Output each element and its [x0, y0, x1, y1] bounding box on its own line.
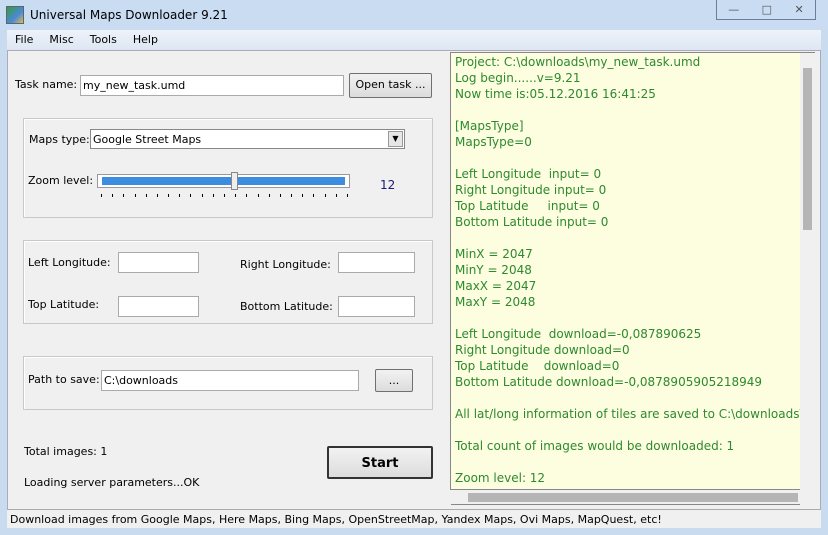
slider-tick: [279, 194, 281, 197]
task-name-input[interactable]: my_new_task.umd: [80, 75, 344, 96]
bottom-latitude-input[interactable]: [338, 296, 415, 317]
left-longitude-input[interactable]: [118, 252, 199, 273]
horizontal-scroll-thumb[interactable]: [468, 493, 798, 502]
close-icon[interactable]: ✕: [795, 3, 804, 16]
maps-type-select[interactable]: Google Street Maps ▼: [90, 129, 405, 149]
right-longitude-label: Right Longitude:: [240, 258, 331, 271]
slider-tick: [201, 194, 203, 197]
slider-tick: [268, 194, 270, 197]
zoom-slider-track: [102, 177, 345, 185]
bottom-latitude-label: Bottom Latitude:: [240, 300, 333, 313]
slider-tick: [168, 194, 170, 197]
window-controls: — □ ✕: [716, 0, 816, 20]
log-text: Project: C:\downloads\my_new_task.umd Lo…: [455, 55, 815, 485]
right-longitude-input[interactable]: [338, 252, 415, 273]
slider-tick: [335, 194, 337, 197]
window-title: Universal Maps Downloader 9.21: [30, 8, 228, 22]
zoom-slider-ticks: [101, 194, 348, 198]
slider-tick: [123, 194, 125, 197]
browse-button[interactable]: ...: [375, 369, 413, 392]
minimize-icon[interactable]: —: [728, 3, 739, 16]
slider-tick: [302, 194, 304, 197]
slider-tick: [190, 194, 192, 197]
slider-tick: [324, 194, 326, 197]
maximize-icon[interactable]: □: [762, 3, 772, 16]
slider-tick: [156, 194, 158, 197]
maps-type-label: Maps type:: [29, 133, 90, 146]
slider-tick: [224, 194, 225, 197]
slider-tick: [101, 194, 102, 197]
app-globe-icon: [6, 6, 24, 24]
path-input[interactable]: C:\downloads: [101, 370, 359, 391]
slider-tick: [235, 194, 237, 197]
zoom-slider[interactable]: [97, 172, 350, 190]
top-latitude-input[interactable]: [118, 296, 199, 317]
start-button[interactable]: Start: [327, 446, 433, 479]
slider-tick: [212, 194, 214, 197]
slider-tick: [313, 194, 315, 197]
slider-tick: [291, 194, 293, 197]
slider-tick: [347, 194, 348, 197]
slider-tick: [134, 194, 136, 197]
path-label: Path to save:: [28, 373, 100, 386]
chevron-down-icon[interactable]: ▼: [388, 131, 403, 147]
total-images: Total images: 1: [24, 445, 108, 458]
zoom-slider-thumb[interactable]: [231, 172, 239, 190]
zoom-level-value: 12: [380, 178, 396, 192]
left-longitude-label: Left Longitude:: [28, 256, 111, 269]
open-task-button[interactable]: Open task ...: [349, 73, 432, 98]
task-name-label: Task name:: [15, 78, 78, 91]
loading-status: Loading server parameters...OK: [24, 476, 200, 489]
zoom-level-label: Zoom level:: [28, 174, 94, 187]
menu-help[interactable]: Help: [125, 30, 166, 50]
slider-tick: [112, 194, 114, 197]
status-bar: Download images from Google Maps, Here M…: [7, 509, 821, 528]
menu-misc[interactable]: Misc: [41, 30, 81, 50]
menu-tools[interactable]: Tools: [82, 30, 125, 50]
maps-type-value: Google Street Maps: [93, 133, 202, 146]
log-panel[interactable]: Project: C:\downloads\my_new_task.umd Lo…: [450, 52, 815, 490]
slider-tick: [145, 194, 147, 197]
vertical-scroll-thumb[interactable]: [803, 68, 812, 230]
slider-tick: [246, 194, 248, 197]
slider-tick: [179, 194, 181, 197]
top-latitude-label: Top Latitude:: [28, 298, 100, 311]
slider-tick: [257, 194, 259, 197]
menu-file[interactable]: File: [7, 30, 41, 50]
menu-bar: File Misc Tools Help: [7, 30, 821, 50]
